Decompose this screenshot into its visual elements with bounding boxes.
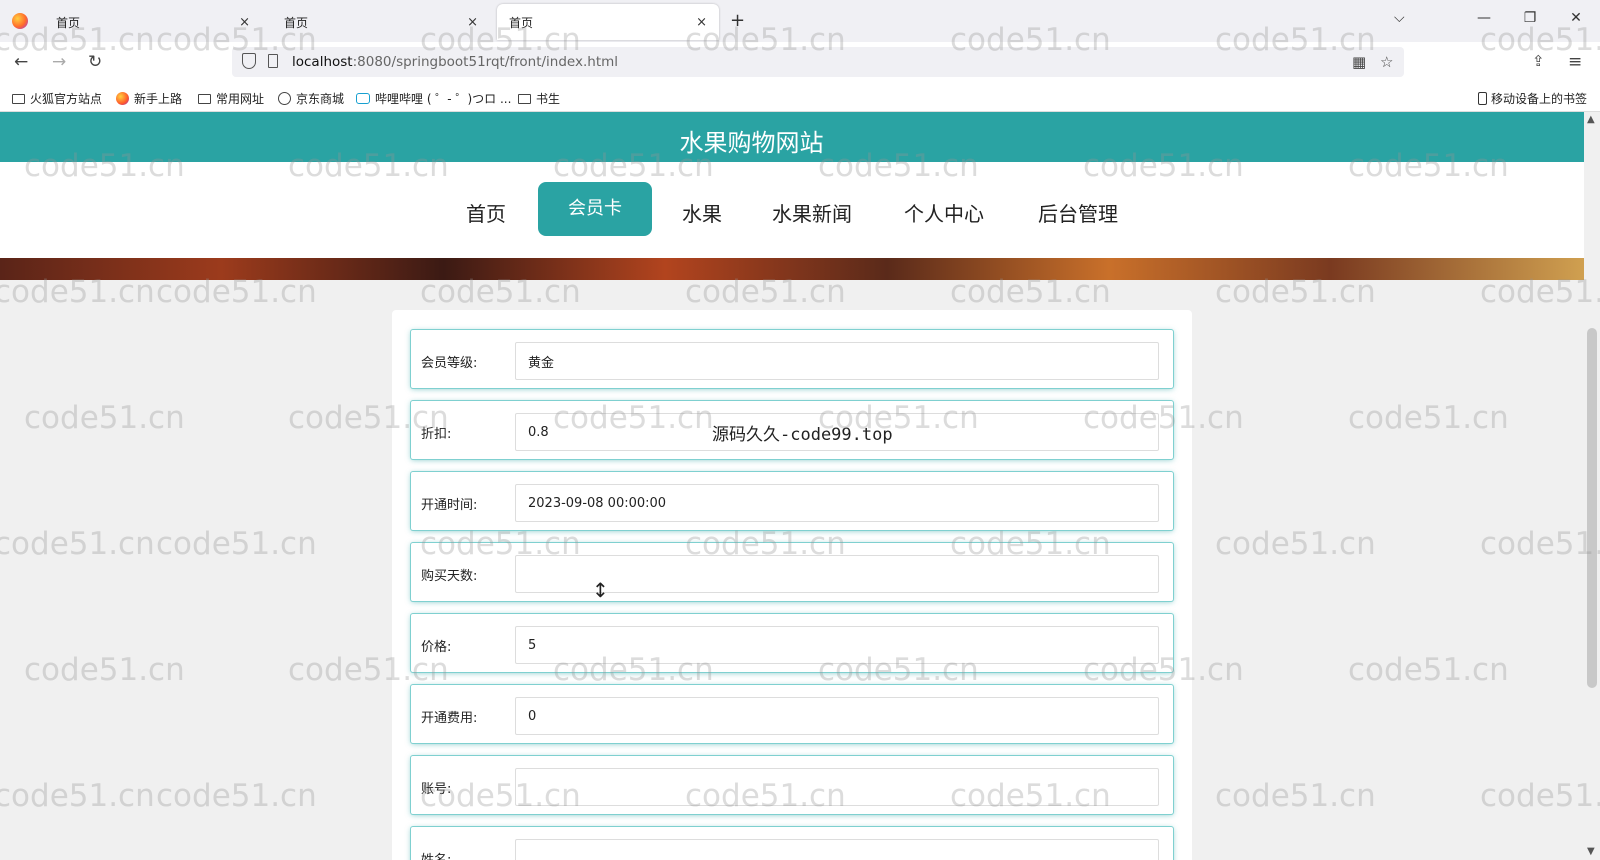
browser-navigation-bar: ← → ↻ localhost:8080/springboot51rqt/fro…	[0, 42, 1600, 82]
url-text[interactable]: localhost:8080/springboot51rqt/front/ind…	[292, 54, 618, 70]
scrollbar-thumb[interactable]	[1587, 328, 1597, 688]
address-bar[interactable]: localhost:8080/springboot51rqt/front/ind…	[232, 47, 1404, 77]
tab-1[interactable]: 首页 ×	[44, 4, 262, 40]
bookmarks-toolbar: 火狐官方站点 新手上路 常用网址 京东商城 哔哩哔哩 ( ゜- ゜)つロ ...…	[0, 82, 1600, 112]
bookmark-label: 哔哩哔哩 ( ゜- ゜)つロ ...	[375, 92, 512, 106]
firefox-icon[interactable]	[12, 13, 28, 29]
field-label: 购买天数:	[421, 569, 478, 584]
menu-item-home[interactable]: 首页	[464, 198, 508, 227]
tab-title: 首页	[509, 15, 534, 30]
field-price: 价格:	[411, 614, 1173, 672]
menu-item-admin[interactable]: 后台管理	[1036, 198, 1120, 227]
open-time-input[interactable]	[515, 484, 1159, 522]
field-label: 价格:	[421, 640, 452, 655]
site-title: 水果购物网站	[679, 129, 824, 157]
field-label: 开通时间:	[421, 498, 478, 513]
menu-icon[interactable]: ≡	[1568, 52, 1582, 72]
extensions-icon[interactable]: ⇪	[1532, 52, 1545, 70]
browser-tab-strip: 首页 × 首页 × 首页 × + ⌵ — ❐ ✕	[0, 0, 1600, 42]
menu-item-fruit-news[interactable]: 水果新闻	[770, 198, 854, 227]
scroll-down-icon[interactable]: ▼	[1587, 846, 1595, 857]
folder-icon	[198, 93, 211, 104]
field-open-fee: 开通费用:	[411, 685, 1173, 743]
bookmark-bilibili[interactable]: 哔哩哔哩 ( ゜- ゜)つロ ...	[356, 90, 511, 107]
bookmark-label: 常用网址	[216, 92, 265, 106]
close-tab-icon[interactable]: ×	[239, 15, 250, 30]
back-icon[interactable]: ←	[14, 52, 28, 72]
reload-icon[interactable]: ↻	[88, 52, 102, 72]
folder-icon	[12, 93, 25, 104]
new-tab-button[interactable]: +	[730, 10, 745, 31]
close-tab-icon[interactable]: ×	[467, 15, 478, 30]
field-open-time: 开通时间:	[411, 472, 1173, 530]
bookmark-firefox-site[interactable]: 火狐官方站点	[12, 90, 102, 107]
bookmark-getting-started[interactable]: 新手上路	[116, 90, 182, 107]
shield-icon[interactable]	[242, 53, 256, 69]
qr-code-icon[interactable]: ▦	[1352, 53, 1366, 71]
menu-item-personal-center[interactable]: 个人中心	[902, 198, 986, 227]
globe-icon	[278, 92, 291, 105]
url-host: localhost	[292, 54, 353, 70]
field-label: 姓名:	[421, 849, 451, 860]
bookmark-label: 新手上路	[134, 92, 183, 106]
account-input[interactable]	[515, 768, 1159, 806]
banner-image	[0, 258, 1584, 280]
bookmark-label: 火狐官方站点	[30, 92, 103, 106]
field-member-level: 会员等级:	[411, 330, 1173, 388]
member-level-input[interactable]	[515, 342, 1159, 380]
tab-title: 首页	[56, 15, 81, 30]
field-account: 账号:	[411, 756, 1173, 814]
bookmark-common-sites[interactable]: 常用网址	[198, 90, 264, 107]
price-input[interactable]	[515, 626, 1159, 664]
bookmark-label: 书生	[536, 92, 561, 106]
field-label: 折扣:	[421, 427, 452, 442]
field-purchase-days: 购买天数:	[411, 543, 1173, 601]
bookmark-label: 京东商城	[296, 92, 345, 106]
minimize-button[interactable]: —	[1474, 10, 1494, 26]
tab-2[interactable]: 首页 ×	[272, 4, 490, 40]
bookmark-star-icon[interactable]: ☆	[1380, 53, 1393, 71]
field-label: 账号:	[421, 782, 452, 797]
tab-title: 首页	[284, 15, 309, 30]
page-viewport: 水果购物网站 首页 会员卡 水果 水果新闻 个人中心 后台管理 会员等级: 折扣…	[0, 112, 1584, 860]
menu-item-fruit[interactable]: 水果	[680, 198, 724, 227]
field-label: 开通费用:	[421, 711, 478, 726]
tab-list-chevron-icon[interactable]: ⌵	[1394, 10, 1405, 26]
scroll-up-icon[interactable]: ▲	[1587, 114, 1595, 125]
resize-cursor-icon: ↕	[592, 578, 609, 602]
close-window-button[interactable]: ✕	[1566, 10, 1586, 26]
field-name: 姓名:	[411, 827, 1173, 860]
firefox-icon	[116, 92, 129, 105]
bookmark-jd[interactable]: 京东商城	[278, 90, 344, 107]
url-path: :8080/springboot51rqt/front/index.html	[352, 54, 619, 70]
open-fee-input[interactable]	[515, 697, 1159, 735]
menu-item-membership-card[interactable]: 会员卡	[538, 182, 652, 236]
folder-icon	[518, 93, 531, 104]
restore-button[interactable]: ❐	[1520, 10, 1540, 26]
membership-form: 会员等级: 折扣: 开通时间: 购买天数: 价格: 开通费用: 账号: 姓名:	[392, 310, 1192, 860]
tv-icon	[356, 93, 370, 104]
bookmark-label: 移动设备上的书签	[1491, 92, 1588, 106]
close-tab-icon[interactable]: ×	[696, 15, 707, 30]
main-menu: 首页 会员卡 水果 水果新闻 个人中心 后台管理	[0, 162, 1584, 258]
tab-3-active[interactable]: 首页 ×	[497, 4, 719, 40]
phone-icon	[1478, 92, 1487, 105]
site-header: 水果购物网站	[0, 112, 1584, 162]
mobile-bookmarks[interactable]: 移动设备上的书签	[1478, 90, 1587, 107]
overlay-watermark-text: 源码久久-code99.top	[712, 425, 893, 445]
page-info-icon[interactable]	[268, 54, 278, 68]
bookmark-shusheng[interactable]: 书生	[518, 90, 560, 107]
forward-icon[interactable]: →	[52, 52, 66, 72]
purchase-days-input[interactable]	[515, 555, 1159, 593]
name-input[interactable]	[515, 839, 1159, 860]
page-scrollbar[interactable]: ▲ ▼	[1584, 112, 1600, 860]
field-label: 会员等级:	[421, 356, 478, 371]
